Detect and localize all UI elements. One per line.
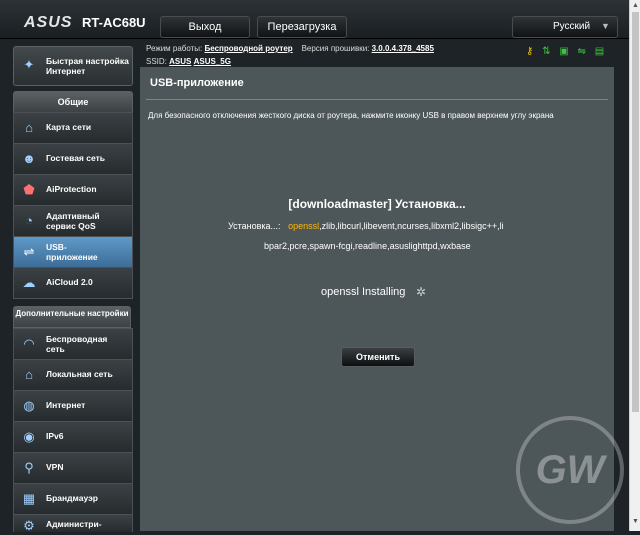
sidebar-item-aiprotection[interactable]: ⬟ AiProtection — [13, 174, 133, 206]
ssid-24-link[interactable]: ASUS — [169, 57, 191, 66]
general-header: Общие — [13, 91, 133, 113]
sidebar-item-usb-app[interactable]: ⇌ USB-приложение — [13, 236, 133, 268]
network-status-icon[interactable]: ▣ — [559, 46, 568, 57]
sidebar-item-wireless[interactable]: ◠ Беспроводная сеть — [13, 328, 133, 360]
firewall-icon: ▦ — [22, 491, 36, 506]
sidebar-item-admin[interactable]: ⚙ Администри- — [13, 514, 133, 533]
status-icons: ⚷ ⇅ ▣ ⇋ ▤ — [526, 46, 610, 57]
cancel-button[interactable]: Отменить — [341, 347, 415, 367]
usb-icon: ⇌ — [23, 244, 35, 259]
quick-setup-button[interactable]: ✦ Быстрая настройка Интернет — [13, 46, 133, 86]
qos-icon: ◔ — [25, 213, 33, 228]
scrollbar[interactable]: ▲ ▼ — [629, 0, 640, 531]
ipv6-icon: ◉ — [23, 429, 35, 444]
network-map-icon: ⌂ — [25, 120, 33, 135]
operation-mode-link[interactable]: Беспроводной роутер — [205, 44, 293, 53]
sidebar-item-network-map[interactable]: ⌂ Карта сети — [13, 112, 133, 144]
sidebar-item-internet[interactable]: ◍ Интернет — [13, 390, 133, 422]
sidebar-item-firewall[interactable]: ▦ Брандмауэр — [13, 483, 133, 515]
current-package: openssl — [288, 221, 320, 231]
asus-logo: ASUS — [24, 14, 73, 31]
usb-status-icon[interactable]: ⇋ — [578, 46, 586, 57]
key-icon[interactable]: ⚷ — [526, 46, 533, 57]
sidebar-item-lan[interactable]: ⌂ Локальная сеть — [13, 359, 133, 391]
install-title: [downloadmaster] Установка... — [288, 197, 466, 211]
printer-icon[interactable]: ▤ — [595, 46, 604, 57]
sidebar-item-aicloud[interactable]: ☁ AiCloud 2.0 — [13, 267, 133, 299]
scrollbar-thumb[interactable] — [632, 12, 639, 412]
sidebar-item-qos[interactable]: ◔ Адаптивный сервис QoS — [13, 205, 133, 237]
admin-icon: ⚙ — [23, 518, 35, 533]
loading-spinner-icon: ✲ — [416, 285, 427, 299]
status-info: Режим работы: Беспроводной роутер Версия… — [146, 44, 434, 66]
sidebar-item-guest-network[interactable]: ☻ Гостевая сеть — [13, 143, 133, 175]
install-packages-line1: Установка...: openssl,zlib,libcurl,libev… — [228, 221, 504, 231]
guest-network-icon: ☻ — [22, 151, 36, 166]
cloud-icon: ☁ — [22, 275, 36, 290]
installing-status: openssl Installing — [321, 286, 406, 298]
firmware-link[interactable]: 3.0.0.4.378_4585 — [372, 44, 434, 53]
logout-button[interactable]: Выход — [160, 16, 250, 38]
language-value: Русский — [553, 21, 591, 32]
ssid-5-link[interactable]: ASUS_5G — [194, 57, 231, 66]
top-bar: ASUS RT-AC68U Выход Перезагрузка Русский… — [0, 0, 640, 39]
sidebar-item-ipv6[interactable]: ◉ IPv6 — [13, 421, 133, 453]
language-select[interactable]: Русский ▼ — [512, 16, 618, 38]
advanced-header: Дополнительные настройки — [13, 306, 131, 328]
vpn-icon: ⚲ — [24, 460, 34, 475]
wireless-icon: ◠ — [23, 336, 35, 351]
scroll-down-icon[interactable]: ▼ — [632, 518, 639, 525]
lan-icon: ⌂ — [25, 367, 33, 382]
wps-icon[interactable]: ⇅ — [542, 46, 550, 57]
watermark-logo: GW — [516, 416, 624, 524]
divider — [146, 99, 608, 100]
sidebar-item-vpn[interactable]: ⚲ VPN — [13, 452, 133, 484]
reboot-button[interactable]: Перезагрузка — [257, 16, 347, 38]
globe-icon: ◍ — [23, 398, 35, 413]
aiprotection-icon: ⬟ — [23, 182, 35, 197]
page-title: USB-приложение — [150, 77, 244, 89]
chevron-down-icon: ▼ — [601, 21, 610, 31]
model-name: RT-AC68U — [82, 15, 146, 30]
scroll-up-icon[interactable]: ▲ — [632, 2, 639, 9]
install-packages-line2: bpar2,pcre,spawn-fcgi,readline,asuslight… — [264, 241, 471, 251]
wand-icon: ✦ — [23, 57, 35, 72]
page-description: Для безопасного отключения жесткого диск… — [148, 111, 554, 120]
